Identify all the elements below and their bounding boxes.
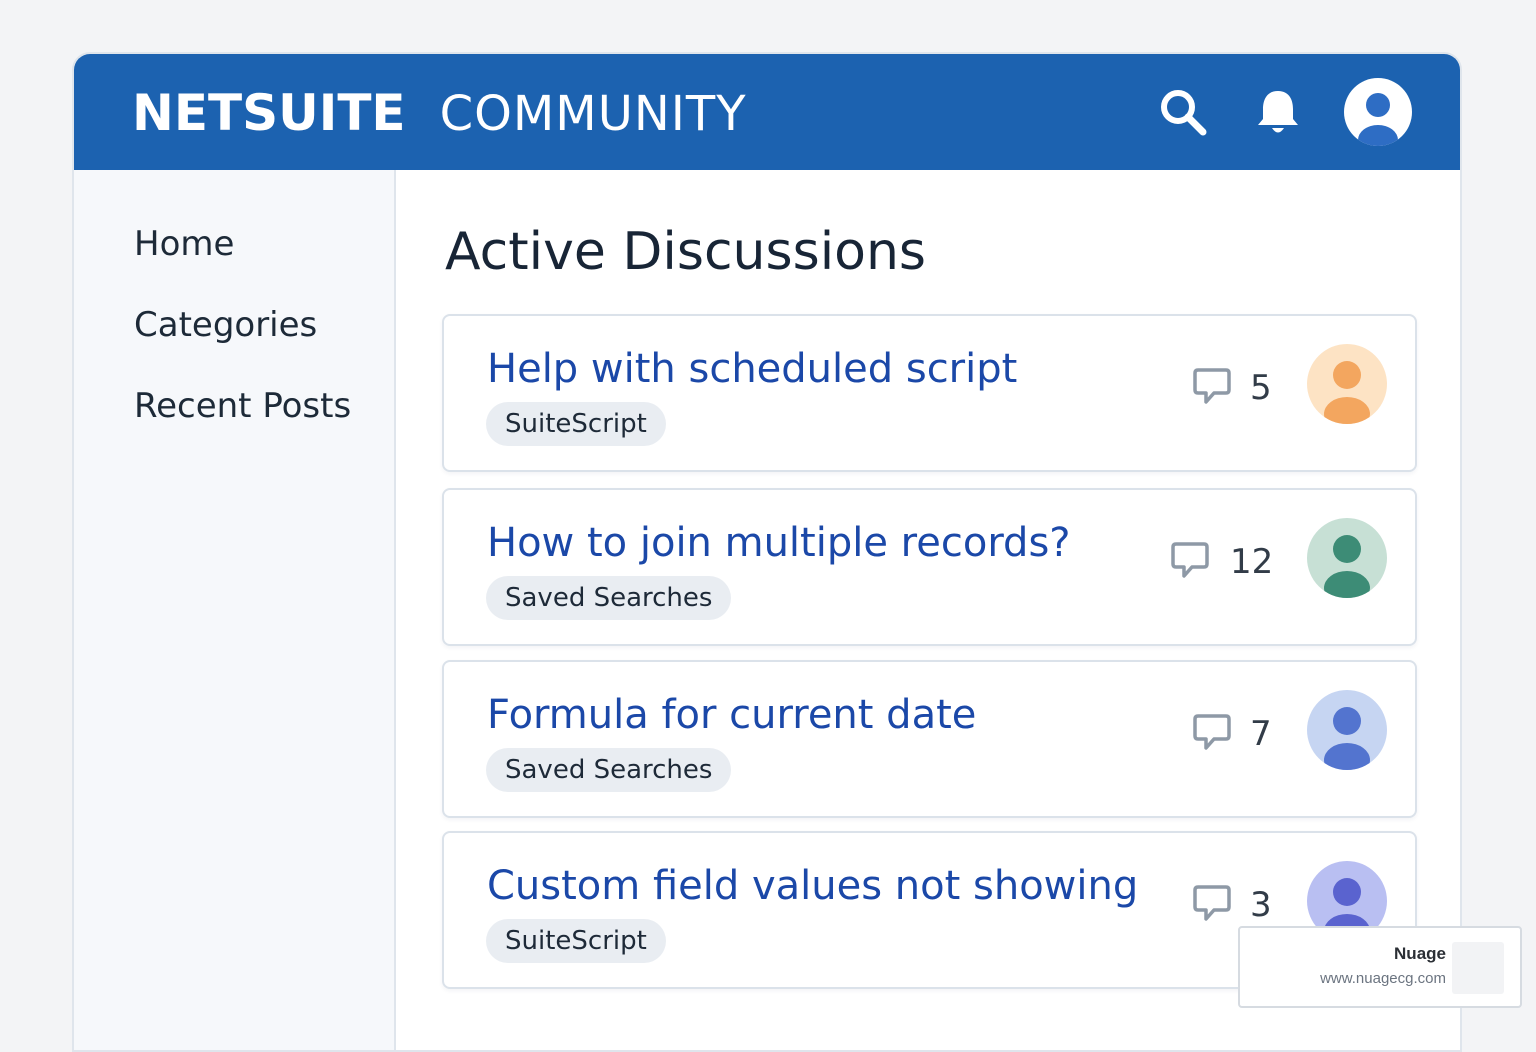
comment-icon [1193,885,1231,921]
comment-count: 3 [1250,885,1272,925]
discussion-tag[interactable]: SuiteScript [486,402,666,446]
comment-count: 12 [1230,542,1274,582]
comment-icon [1193,368,1231,404]
search-icon[interactable] [1158,87,1208,137]
watermark-badge: Nuage www.nuagecg.com [1238,926,1522,1008]
user-avatar-icon[interactable] [1344,78,1412,146]
page-title: Active Discussions [445,222,926,282]
brand-primary: NETSUITE [132,84,406,142]
discussion-tag[interactable]: Saved Searches [486,576,732,620]
sidebar: Home Categories Recent Posts [74,170,396,1050]
discussion-title[interactable]: Help with scheduled script [487,346,1017,392]
discussion-card[interactable]: How to join multiple records? Saved Sear… [442,488,1417,646]
brand-logo[interactable]: NETSUITE COMMUNITY [132,84,747,142]
main-content: Active Discussions Help with scheduled s… [396,170,1460,1050]
discussion-tag[interactable]: SuiteScript [486,919,666,963]
discussion-card[interactable]: Formula for current date Saved Searches … [442,660,1417,818]
sidebar-item-recent-posts[interactable]: Recent Posts [134,386,351,426]
brand-secondary: COMMUNITY [439,86,747,142]
discussion-tag[interactable]: Saved Searches [486,748,732,792]
comment-icon [1193,714,1231,750]
discussion-title[interactable]: Custom field values not showing [487,863,1138,909]
sidebar-item-home[interactable]: Home [134,224,234,264]
discussion-title[interactable]: Formula for current date [487,692,976,738]
watermark-name: Nuage [1394,944,1446,963]
comment-count: 5 [1250,368,1272,408]
author-avatar[interactable] [1307,690,1387,770]
discussion-title[interactable]: How to join multiple records? [487,520,1071,566]
header-actions [1158,78,1412,146]
comment-count: 7 [1250,714,1272,754]
comment-icon [1171,542,1209,578]
watermark-logo [1452,942,1504,994]
top-bar: NETSUITE COMMUNITY [74,54,1460,170]
author-avatar[interactable] [1307,518,1387,598]
sidebar-item-categories[interactable]: Categories [134,305,317,345]
watermark-url: www.nuagecg.com [1320,970,1446,987]
discussion-card[interactable]: Help with scheduled script SuiteScript 5 [442,314,1417,472]
bell-icon[interactable] [1254,87,1302,137]
author-avatar[interactable] [1307,344,1387,424]
app-window: NETSUITE COMMUNITY Home Categories Recen… [72,52,1462,1052]
